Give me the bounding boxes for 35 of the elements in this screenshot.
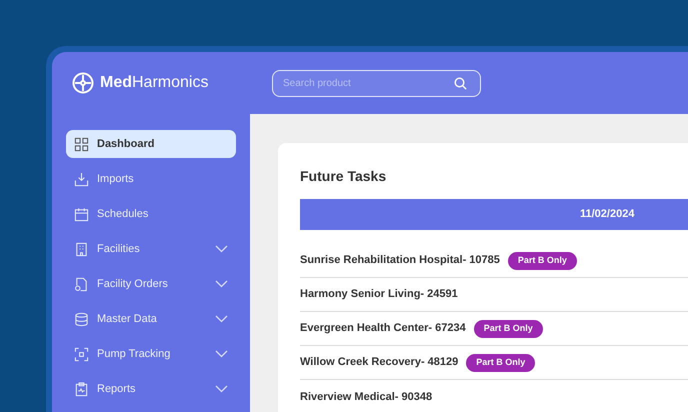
sidebar-item[interactable]: Master Data [66, 305, 236, 333]
part-b-badge: Part B Only [474, 320, 543, 338]
facility-name: Riverview Medical- 90348 [300, 390, 432, 405]
facility-name: Evergreen Health Center- 67234 [300, 321, 466, 336]
search-field[interactable]: Search product [272, 70, 481, 96]
column-header: 11/02/2024 [580, 207, 634, 222]
facility-name: Sunrise Rehabilitation Hospital- 10785 [300, 253, 500, 268]
sidebar-item[interactable]: Dashboard [66, 130, 236, 158]
brand-name: MedHarmonics [100, 73, 208, 93]
sidebar-item[interactable]: Facility Orders [66, 270, 236, 298]
part-b-badge: Part B Only [508, 252, 577, 270]
chevron-down-icon[interactable] [215, 245, 228, 253]
database-icon [74, 312, 89, 326]
scan-icon [74, 346, 89, 362]
chevron-down-icon[interactable] [215, 280, 228, 288]
logo-icon [72, 72, 94, 94]
facility-name: Harmony Senior Living- 24591 [300, 287, 458, 302]
facility-name: Willow Creek Recovery- 48129 [300, 355, 458, 370]
search-icon[interactable] [454, 76, 467, 90]
clipboard-icon [74, 382, 89, 396]
calendar-icon [74, 206, 89, 222]
sidebar-item[interactable]: Imports [66, 165, 236, 193]
chevron-down-icon[interactable] [215, 315, 228, 323]
sidebar-item[interactable]: Facilities [66, 235, 236, 263]
chevron-down-icon[interactable] [215, 350, 228, 358]
sidebar-item[interactable]: Pump Tracking [66, 340, 236, 368]
grid-icon [74, 136, 89, 152]
chevron-down-icon[interactable] [215, 385, 228, 393]
download-icon [74, 172, 89, 186]
card-title: Future Tasks [300, 167, 388, 185]
sidebar-item[interactable]: Schedules [66, 200, 236, 228]
sidebar-item[interactable]: Reports [66, 375, 236, 403]
part-b-badge: Part B Only [466, 354, 536, 372]
document-icon [74, 276, 89, 292]
building-icon [74, 242, 89, 256]
